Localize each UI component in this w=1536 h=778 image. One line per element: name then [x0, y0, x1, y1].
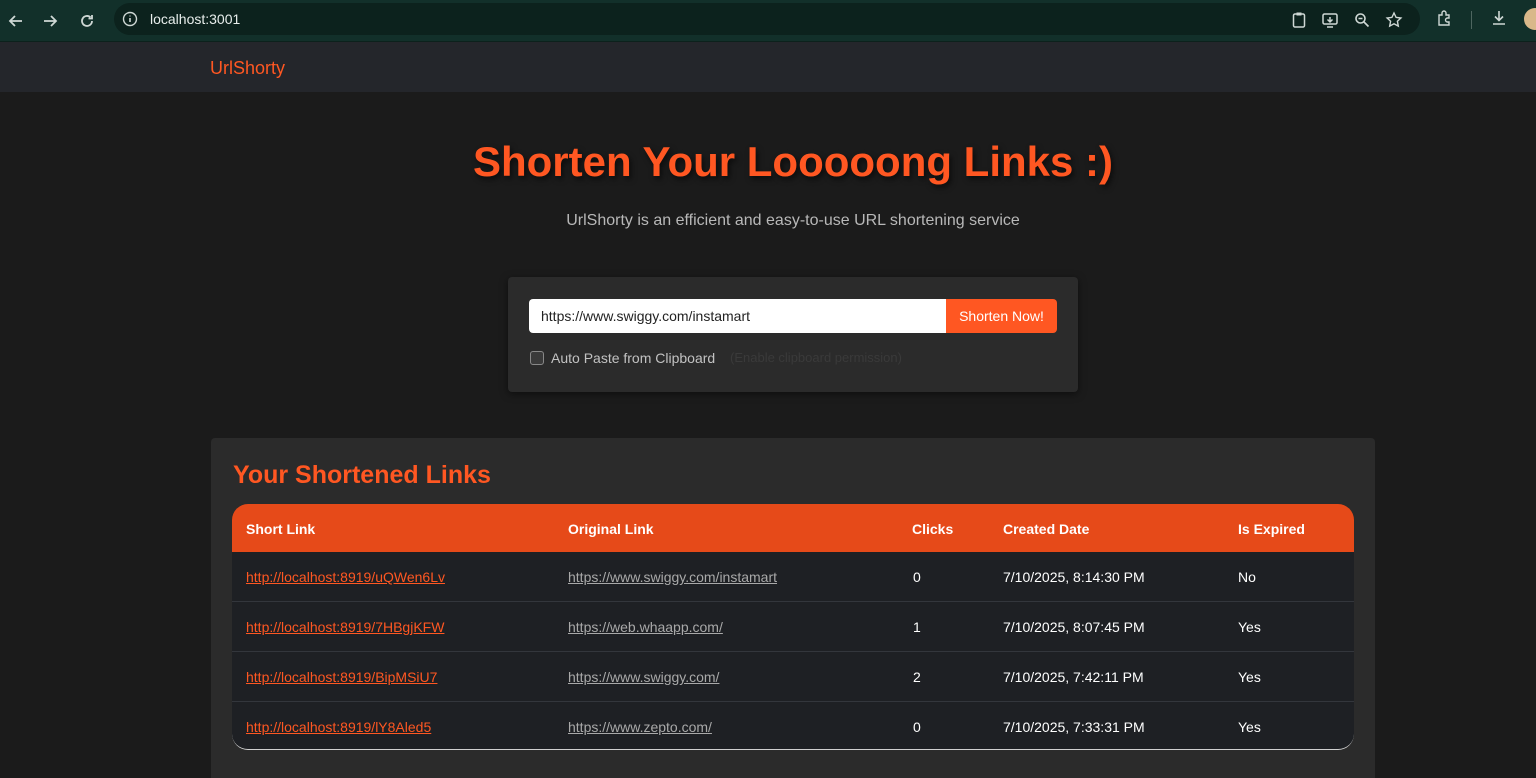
zoom-icon[interactable] [1353, 11, 1371, 29]
expired-status: Yes [1238, 719, 1261, 735]
site-info-icon[interactable] [122, 11, 138, 27]
original-link[interactable]: https://www.swiggy.com/instamart [568, 569, 777, 585]
auto-paste-label[interactable]: Auto Paste from Clipboard [551, 350, 715, 366]
forward-icon[interactable] [38, 9, 62, 33]
back-icon[interactable] [4, 9, 28, 33]
address-bar[interactable]: localhost:3001 [114, 3, 1420, 35]
reload-icon[interactable] [75, 9, 99, 33]
original-link[interactable]: https://web.whaapp.com/ [568, 619, 723, 635]
url-input[interactable] [529, 299, 947, 333]
install-app-icon[interactable] [1321, 11, 1339, 29]
column-header-original-link: Original Link [568, 521, 654, 537]
toolbar-divider [1471, 11, 1472, 29]
section-title: Your Shortened Links [233, 461, 491, 489]
bookmark-star-icon[interactable] [1385, 11, 1403, 29]
shorten-now-button[interactable]: Shorten Now! [946, 299, 1057, 333]
column-header-is-expired: Is Expired [1238, 521, 1305, 537]
short-link[interactable]: http://localhost:8919/7HBgjKFW [246, 619, 444, 635]
table-row: http://localhost:8919/lY8Aled5 https://w… [232, 702, 1354, 749]
short-link[interactable]: http://localhost:8919/uQWen6Lv [246, 569, 445, 585]
table-row: http://localhost:8919/7HBgjKFW https://w… [232, 602, 1354, 652]
table-row: http://localhost:8919/uQWen6Lv https://w… [232, 552, 1354, 602]
page-subtitle: UrlShorty is an efficient and easy-to-us… [566, 212, 1020, 229]
created-date: 7/10/2025, 7:33:31 PM [1003, 719, 1145, 735]
app-navbar: UrlShorty [0, 42, 1536, 92]
expired-status: Yes [1238, 669, 1261, 685]
shortened-links-section: Your Shortened Links Short Link Original… [211, 438, 1375, 778]
brand-logo-link[interactable]: UrlShorty [210, 58, 285, 79]
clicks-count: 2 [913, 669, 921, 685]
table-header: Short Link Original Link Clicks Created … [232, 504, 1354, 552]
table-row: http://localhost:8919/BipMSiU7 https://w… [232, 652, 1354, 702]
page-title: Shorten Your Looooong Links :) [472, 138, 1114, 185]
expired-status: Yes [1238, 619, 1261, 635]
clicks-count: 0 [913, 569, 921, 585]
column-header-clicks: Clicks [912, 521, 954, 537]
clipboard-permission-hint: (Enable clipboard permission) [730, 350, 902, 365]
browser-toolbar: localhost:3001 [0, 0, 1536, 42]
links-table: Short Link Original Link Clicks Created … [232, 504, 1354, 750]
created-date: 7/10/2025, 8:07:45 PM [1003, 619, 1145, 635]
profile-avatar[interactable] [1524, 8, 1536, 30]
clipboard-icon[interactable] [1290, 11, 1308, 29]
original-link[interactable]: https://www.zepto.com/ [568, 719, 712, 735]
download-icon[interactable] [1490, 9, 1508, 27]
short-link[interactable]: http://localhost:8919/BipMSiU7 [246, 669, 437, 685]
created-date: 7/10/2025, 7:42:11 PM [1003, 669, 1144, 685]
auto-paste-checkbox[interactable] [530, 351, 544, 365]
column-header-created-date: Created Date [1003, 521, 1090, 537]
address-url[interactable]: localhost:3001 [150, 11, 240, 27]
shorten-form: Shorten Now! Auto Paste from Clipboard (… [508, 277, 1078, 392]
extensions-icon[interactable] [1436, 9, 1454, 27]
short-link[interactable]: http://localhost:8919/lY8Aled5 [246, 719, 431, 735]
column-header-short-link: Short Link [246, 521, 316, 537]
original-link[interactable]: https://www.swiggy.com/ [568, 669, 719, 685]
created-date: 7/10/2025, 8:14:30 PM [1003, 569, 1145, 585]
clicks-count: 1 [913, 619, 921, 635]
clicks-count: 0 [913, 719, 921, 735]
expired-status: No [1238, 569, 1256, 585]
